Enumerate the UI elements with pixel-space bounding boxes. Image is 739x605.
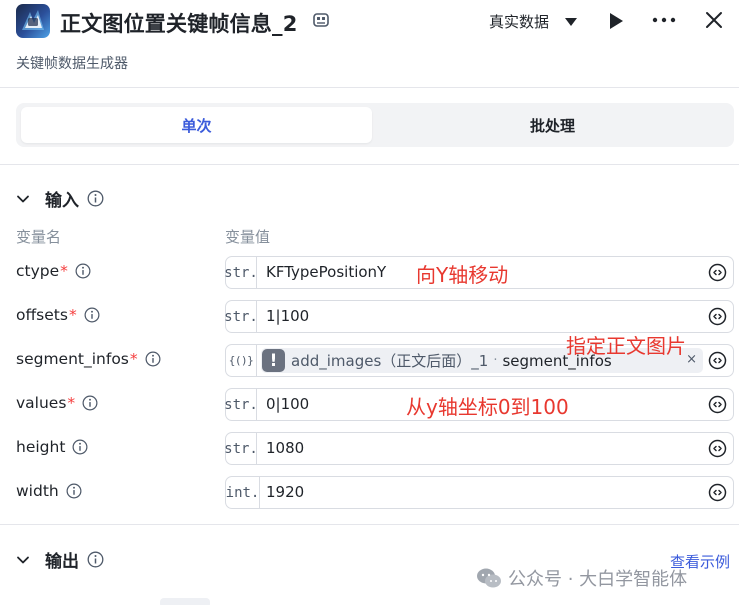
annotation-values: 从y轴坐标0到100 xyxy=(406,395,569,419)
annotation-segment-infos: 指定正文图片 xyxy=(566,334,686,358)
chevron-down-icon xyxy=(17,556,29,563)
info-icon[interactable] xyxy=(87,190,104,207)
required-mark: * xyxy=(60,262,68,280)
info-icon[interactable] xyxy=(84,307,100,323)
output-row-placeholder xyxy=(160,598,210,605)
chip-remove-icon[interactable]: × xyxy=(686,352,697,367)
info-icon[interactable] xyxy=(75,263,91,279)
tab-batch[interactable]: 批处理 xyxy=(376,107,729,143)
param-name-segment-infos: segment_infos * xyxy=(16,350,161,368)
reference-separator: · xyxy=(493,353,498,368)
param-label: ctype xyxy=(16,262,60,280)
app-logo-icon xyxy=(16,4,50,38)
param-value-width[interactable]: int. 1920 xyxy=(225,476,734,509)
type-tag: {()} xyxy=(226,345,257,376)
column-header-name: 变量名 xyxy=(16,228,62,246)
param-name-height: height xyxy=(16,438,88,456)
annotation-ctype: 向Y轴移动 xyxy=(416,263,509,287)
info-icon[interactable] xyxy=(72,439,88,455)
template-icon[interactable] xyxy=(312,11,330,29)
variable-reference-icon[interactable] xyxy=(708,483,727,502)
param-value-offsets[interactable]: str. 1|100 xyxy=(224,300,734,333)
info-icon[interactable] xyxy=(82,395,98,411)
warning-icon: ! xyxy=(262,349,285,372)
param-name-values: values * xyxy=(16,394,98,412)
param-name-ctype: ctype * xyxy=(16,262,91,280)
tab-single[interactable]: 单次 xyxy=(21,107,372,143)
param-value-height[interactable]: str. 1080 xyxy=(224,432,734,465)
input-section-header[interactable]: 输入 xyxy=(16,186,104,211)
data-mode-select[interactable]: 真实数据 xyxy=(489,11,578,32)
divider xyxy=(0,87,739,88)
type-tag: str. xyxy=(224,301,258,332)
param-value-text: 1080 xyxy=(266,439,305,457)
watermark: 公众号 · 大白学智能体 xyxy=(476,565,687,591)
divider xyxy=(0,164,739,165)
variable-reference-icon[interactable] xyxy=(708,439,727,458)
output-section-title: 输出 xyxy=(45,552,79,572)
param-value-text: 1|100 xyxy=(266,307,310,325)
data-mode-label: 真实数据 xyxy=(489,13,550,31)
reference-node-name: add_images（正文后面）_1 xyxy=(291,352,489,370)
required-mark: * xyxy=(68,306,77,324)
chevron-down-icon xyxy=(17,195,29,202)
param-label: values xyxy=(16,394,67,412)
info-icon[interactable] xyxy=(66,483,82,499)
required-mark: * xyxy=(129,350,138,368)
node-subtitle: 关键帧数据生成器 xyxy=(16,56,128,72)
panel-header: 正文图位置关键帧信息_2 真实数据 xyxy=(0,0,739,44)
type-tag: int. xyxy=(226,477,260,508)
variable-reference-icon[interactable] xyxy=(708,351,727,370)
param-label: segment_infos xyxy=(16,350,129,368)
param-value-text: 1920 xyxy=(266,483,305,501)
caret-down-icon xyxy=(565,17,578,26)
variable-reference-icon[interactable] xyxy=(708,395,727,414)
info-icon[interactable] xyxy=(87,551,104,568)
output-section-header[interactable]: 输出 xyxy=(16,547,104,572)
input-section-title: 输入 xyxy=(45,191,79,211)
type-tag: str. xyxy=(224,433,258,464)
param-name-offsets: offsets * xyxy=(16,306,100,324)
variable-reference-icon[interactable] xyxy=(708,307,727,326)
variable-reference-icon[interactable] xyxy=(708,263,727,282)
divider xyxy=(0,524,739,525)
more-icon[interactable] xyxy=(651,12,677,28)
param-value-text: KFTypePositionY xyxy=(266,263,387,281)
type-tag: str. xyxy=(224,389,258,420)
watermark-text: 公众号 · 大白学智能体 xyxy=(508,569,688,590)
param-value-text: 0|100 xyxy=(266,395,310,413)
required-mark: * xyxy=(67,394,76,412)
mode-tabs: 单次 批处理 xyxy=(16,103,734,147)
info-icon[interactable] xyxy=(145,351,161,367)
wechat-icon xyxy=(477,568,501,588)
param-label: width xyxy=(16,482,59,500)
param-name-width: width xyxy=(16,482,82,500)
play-icon[interactable] xyxy=(606,10,626,32)
param-label: offsets xyxy=(16,306,68,324)
close-icon[interactable] xyxy=(704,10,724,30)
column-header-value: 变量值 xyxy=(225,228,271,246)
param-label: height xyxy=(16,438,66,456)
page-title: 正文图位置关键帧信息_2 xyxy=(60,12,298,36)
type-tag: str. xyxy=(224,257,258,288)
